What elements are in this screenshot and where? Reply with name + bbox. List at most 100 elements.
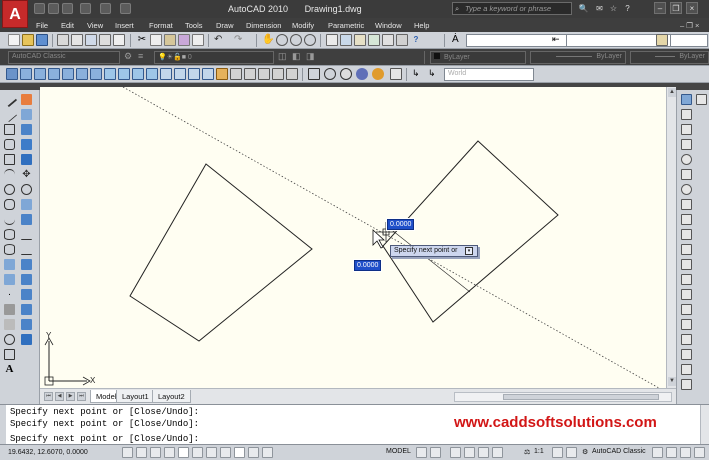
copy-tool-icon[interactable] [21,109,32,120]
menu-window[interactable]: Window [375,21,402,30]
ortho-mode-icon[interactable] [150,447,161,458]
hardware-acceleration-icon[interactable] [666,447,677,458]
trim-icon[interactable] [21,229,32,240]
hidden-icon[interactable] [340,68,352,80]
break-at-point-icon[interactable] [21,259,32,270]
visual-style-manager-icon[interactable] [390,68,402,80]
pan-status-icon[interactable] [450,447,461,458]
isolate-objects-icon[interactable] [680,447,691,458]
face-ucs-icon[interactable] [272,68,284,80]
help-toolbar-icon[interactable]: ? [410,34,422,46]
slice-icon[interactable] [681,349,692,360]
hatch-icon[interactable] [4,304,15,315]
undo-icon[interactable] [80,3,91,14]
torus-icon[interactable] [681,184,692,195]
command-scrollbar[interactable] [700,405,709,445]
orbit-icon[interactable] [174,68,186,80]
camera-icon[interactable] [160,68,172,80]
quick-view-layouts-icon[interactable] [416,447,427,458]
menu-help[interactable]: Help [414,21,429,30]
cut-icon[interactable]: ✂ [136,34,148,46]
right-view-icon[interactable] [62,68,74,80]
help-icon[interactable]: ? [622,3,633,14]
search-input[interactable]: ⌕ Type a keyword or phrase [452,2,572,15]
ne-iso-icon[interactable] [132,68,144,80]
wedge-icon[interactable] [681,124,692,135]
menu-modify[interactable]: Modify [292,21,314,30]
rotated-square-left[interactable] [129,163,313,342]
communication-center-icon[interactable]: ☆ [608,3,619,14]
cylinder-icon[interactable] [681,169,692,180]
horizontal-scroll-thumb[interactable] [503,394,659,400]
zoom-realtime-icon[interactable] [276,34,288,46]
annotation-scale[interactable]: 1:1 [534,448,544,455]
menu-edit[interactable]: Edit [61,21,74,30]
dim-linear-icon[interactable] [681,94,692,105]
menu-file[interactable]: File [36,21,48,30]
conceptual-icon[interactable] [372,68,384,80]
nw-iso-icon[interactable] [146,68,158,80]
rotate-icon[interactable] [21,184,32,195]
scale-icon[interactable] [21,199,32,210]
walk-icon[interactable] [188,68,200,80]
color-dropdown[interactable]: ByLayer [430,51,526,64]
modify-erase-icon[interactable] [21,94,32,105]
application-menu-button[interactable]: A [2,0,28,28]
light-icon[interactable] [216,68,228,80]
line-tool-icon[interactable] [1,91,18,108]
save-file-icon[interactable] [36,34,48,46]
last-layout-icon[interactable]: ⏭ [77,392,86,401]
dynamic-input-field-angle[interactable]: 0.0000 [352,259,383,272]
3d-wireframe-icon[interactable] [324,68,336,80]
publish-icon[interactable] [85,34,97,46]
auto-scale-icon[interactable] [566,447,577,458]
coordinate-display[interactable]: 19.6432, 12.6070, 0.0000 [8,449,88,456]
zoom-previous-icon[interactable] [304,34,316,46]
rotated-square-right[interactable] [382,140,559,323]
revolve-icon[interactable] [681,274,692,285]
showmotion-icon[interactable] [492,447,503,458]
dynamic-input-field-length[interactable]: 0.0000 [385,218,416,231]
offset-icon[interactable] [21,139,32,150]
menu-dimension[interactable]: Dimension [246,21,281,30]
lineweight-toggle-icon[interactable] [248,447,259,458]
grid-display-icon[interactable] [136,447,147,458]
make-block-icon[interactable] [4,274,15,285]
se-iso-icon[interactable] [118,68,130,80]
scroll-up-icon[interactable]: ▲ [668,88,676,97]
workspace-switch[interactable]: AutoCAD Classic [592,448,646,455]
qnew-icon[interactable] [8,34,20,46]
spline-icon[interactable] [4,214,15,225]
previous-layout-icon[interactable]: ◀ [55,392,64,401]
polysolid-icon[interactable] [681,214,692,225]
search-button-icon[interactable]: 🔍 [578,3,589,14]
construction-line[interactable] [122,87,666,388]
gradient-icon[interactable] [4,319,15,330]
subtract-icon[interactable] [681,319,692,330]
paste-icon[interactable] [164,34,176,46]
workspace-dropdown[interactable]: AutoCAD Classic [8,51,120,64]
polyline-icon[interactable] [4,124,15,135]
extrude-icon[interactable] [681,229,692,240]
zoom-status-icon[interactable] [464,447,475,458]
ucs-toolbar2-icon[interactable]: ↳ [428,68,440,80]
tab-layout2[interactable]: Layout2 [152,390,191,403]
multiline-text-icon[interactable]: A [4,364,15,375]
menu-format[interactable]: Format [149,21,173,30]
menu-parametric[interactable]: Parametric [328,21,364,30]
object-ucs-icon[interactable] [286,68,298,80]
ucs-icon[interactable] [230,68,242,80]
make-current-layer-icon[interactable]: ◫ [278,51,290,63]
polygon-icon[interactable] [4,139,15,150]
plot-button-icon[interactable] [57,34,69,46]
named-views-icon[interactable] [6,68,18,80]
zoom-window-icon[interactable] [290,34,302,46]
layer-state-manager-icon[interactable]: ◨ [306,51,318,63]
vertical-scrollbar[interactable]: ▲ ▼ [666,87,676,388]
menu-insert[interactable]: Insert [115,21,134,30]
3d-rotate-icon[interactable] [681,379,692,390]
extend-icon[interactable] [21,244,32,255]
layer-dropdown[interactable]: 💡☀🔓■ 0 [154,51,274,64]
break-icon[interactable] [21,274,32,285]
sphere-icon[interactable] [681,154,692,165]
